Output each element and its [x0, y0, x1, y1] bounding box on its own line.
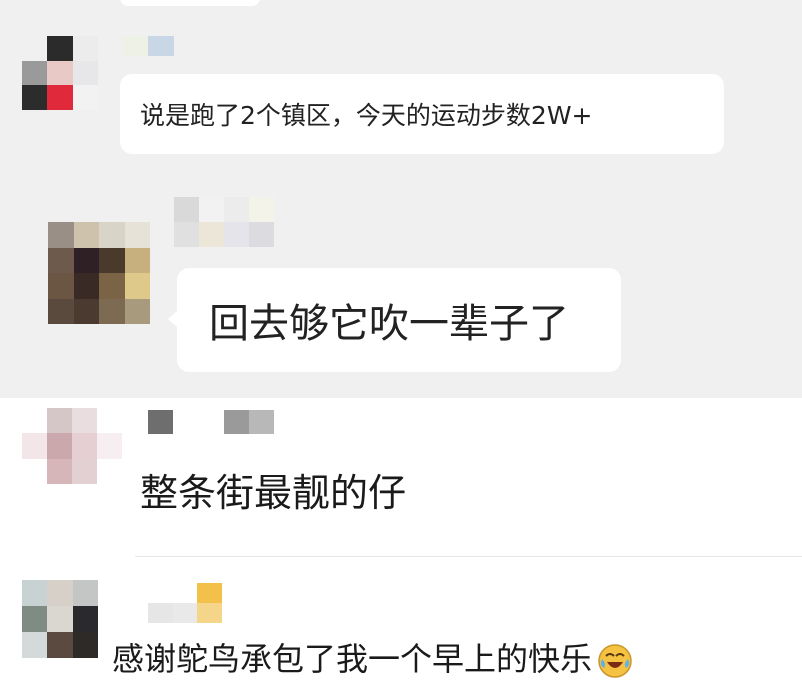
cropped-bubble — [120, 0, 260, 6]
comment-bubble: 回去够它吹一辈子了 — [177, 268, 621, 372]
avatar — [22, 408, 122, 484]
comment-text: 回去够它吹一辈子了 — [209, 301, 569, 347]
comment-bubble: 说是跑了2个镇区，今天的运动步数2W+ — [120, 74, 724, 154]
username-blurred — [122, 36, 174, 56]
avatar — [22, 36, 98, 110]
comment-text: 整条街最靓的仔 — [140, 471, 407, 515]
comment-text: 感谢鸵鸟承包了我一个早上的快乐 — [112, 640, 593, 678]
avatar — [48, 222, 150, 324]
comment-text: 说是跑了2个镇区，今天的运动步数2W+ — [140, 101, 593, 130]
avatar — [22, 580, 98, 658]
comment-text-row: 感谢鸵鸟承包了我一个早上的快乐 — [112, 634, 634, 680]
username-blurred — [148, 410, 274, 434]
laughing-crying-emoji-icon — [598, 644, 632, 678]
divider — [135, 556, 802, 557]
username-blurred — [148, 583, 222, 623]
username-blurred — [174, 197, 274, 247]
